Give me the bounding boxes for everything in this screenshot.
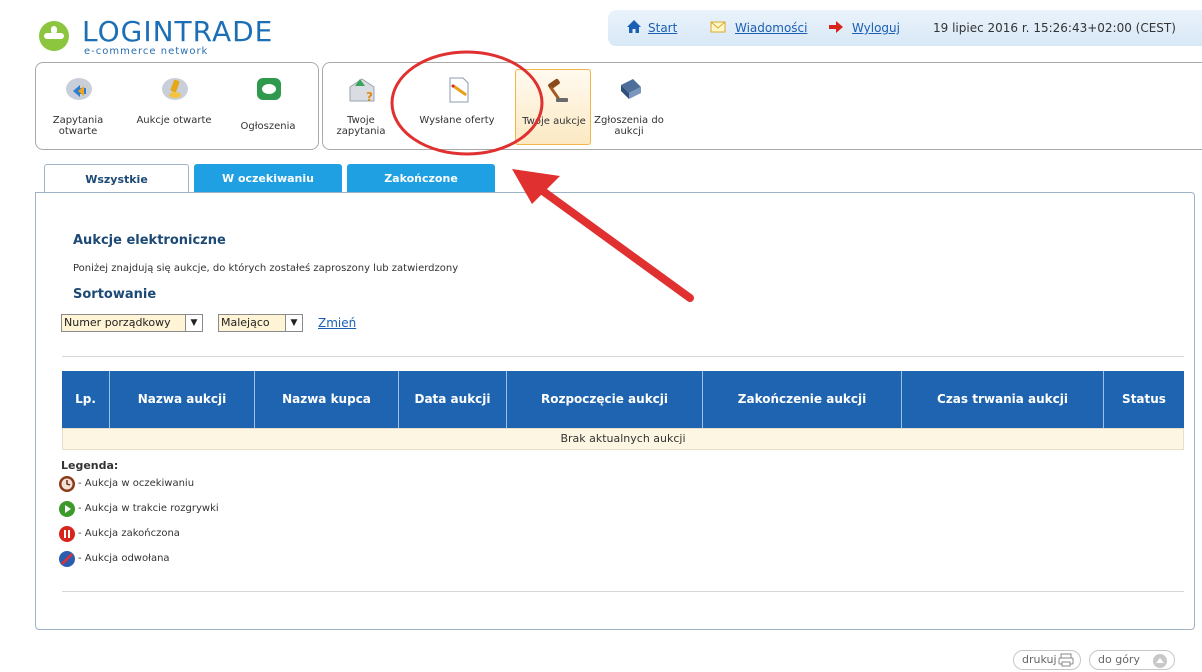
open-inquiries-button[interactable]: Zapytania otwarte [40,69,116,145]
tab-finished[interactable]: Zakończone [347,164,495,193]
my-inquiries-button[interactable]: ? Twoje zapytania [323,69,399,145]
sent-offers-button[interactable]: Wysłane oferty [419,69,495,145]
messages-link[interactable]: Wiadomości [735,21,807,35]
tab-all[interactable]: Wszystkie [44,164,189,193]
open-items-panel: Zapytania otwarte Aukcje otwarte Ogłosze… [35,62,319,150]
col-header-auction-end[interactable]: Zakończenie aukcji [703,371,902,428]
section-title: Aukcje elektroniczne [73,233,226,248]
book-icon [621,79,641,99]
col-header-auction-duration[interactable]: Czas trwania aukcji [902,371,1104,428]
bottom-divider [62,591,1184,592]
sort-field-value: Numer porządkowy [64,316,171,329]
clock-icon [59,476,75,492]
logout-arrow-icon [829,21,843,33]
legend-label-finished: - Aukcja zakończona [78,528,180,539]
empty-table-message: Brak aktualnych aukcji [62,428,1184,450]
start-link[interactable]: Start [648,21,677,35]
sort-field-select[interactable]: Numer porządkowy ▼ [61,314,203,332]
my-inquiries-label: Twoje zapytania [336,115,386,137]
gavel-icon [548,78,568,102]
speech-bubble-arrow-icon [66,78,92,100]
sort-order-select[interactable]: Malejąco ▼ [218,314,303,332]
chat-bubble-icon [257,78,281,100]
brand-name: LOGINTRADE [82,18,273,46]
col-header-status[interactable]: Status [1104,371,1184,428]
gavel-coin-icon [162,78,188,100]
section-description: Poniżej znajdują się aukcje, do których … [73,263,459,274]
chevron-down-icon: ▼ [185,315,202,331]
document-pen-icon [449,77,469,103]
announcements-label: Ogłoszenia [240,121,296,132]
chevron-down-icon: ▼ [285,315,302,331]
play-icon [59,501,75,517]
printer-icon [1058,653,1074,667]
svg-text:?: ? [366,90,373,104]
open-inquiries-label: Zapytania otwarte [52,115,104,137]
back-to-top-label: do góry [1098,653,1140,666]
col-header-auction-name[interactable]: Nazwa aukcji [110,371,255,428]
arrow-up-icon [1153,654,1167,668]
server-datetime: 19 lipiec 2016 r. 15:26:43+02:00 (CEST) [933,21,1176,35]
change-sort-link[interactable]: Zmień [318,316,356,330]
my-auctions-label: Twoje aukcje [522,116,586,127]
brand-tagline: e-commerce network [84,46,209,57]
legend-label-pending: - Aukcja w oczekiwaniu [78,478,195,489]
open-auctions-label: Aukcje otwarte [136,115,212,126]
logout-link[interactable]: Wyloguj [852,21,900,35]
my-auctions-button[interactable]: Twoje aukcje [515,69,591,145]
sent-offers-label: Wysłane oferty [419,115,495,126]
envelope-question-icon: ? [349,78,375,104]
pause-icon [59,526,75,542]
envelope-icon [710,21,726,33]
divider [62,356,1184,357]
col-header-auction-date[interactable]: Data aukcji [399,371,507,428]
legend-label-in-progress: - Aukcja w trakcie rozgrywki [78,503,219,514]
open-auctions-button[interactable]: Aukcje otwarte [136,69,212,145]
logo-mark-icon [39,21,69,51]
sort-title: Sortowanie [73,287,157,302]
main-content: Aukcje elektroniczne Poniżej znajdują si… [35,192,1195,630]
legend-label-cancelled: - Aukcja odwołana [78,553,170,564]
brand-name-part1: LOGIN [82,15,175,48]
legend-title: Legenda: [61,459,119,472]
col-header-lp[interactable]: Lp. [62,371,110,428]
sort-order-value: Malejąco [221,316,270,329]
auction-applications-label: Zgłoszenia do aukcji [594,115,664,137]
col-header-auction-start[interactable]: Rozpoczęcie aukcji [507,371,703,428]
auction-applications-button[interactable]: Zgłoszenia do aukcji [591,69,667,145]
tab-pending[interactable]: W oczekiwaniu [194,164,342,193]
home-icon [627,20,641,33]
cancelled-icon [59,551,75,567]
table-header: Lp. Nazwa aukcji Nazwa kupca Data aukcji… [62,371,1184,428]
my-items-panel: ? Twoje zapytania Wysłane oferty Twoje a… [322,62,1202,150]
col-header-buyer-name[interactable]: Nazwa kupca [255,371,399,428]
top-bar: Start Wiadomości Wyloguj 19 lipiec 2016 … [608,10,1202,46]
print-label: drukuj [1022,653,1057,666]
print-button[interactable]: drukuj [1013,650,1081,670]
brand-name-part2: TRADE [174,15,274,48]
back-to-top-button[interactable]: do góry [1089,650,1175,670]
announcements-button[interactable]: Ogłoszenia [230,69,306,145]
header: LOGINTRADE e-commerce network Start Wiad… [0,0,1202,62]
